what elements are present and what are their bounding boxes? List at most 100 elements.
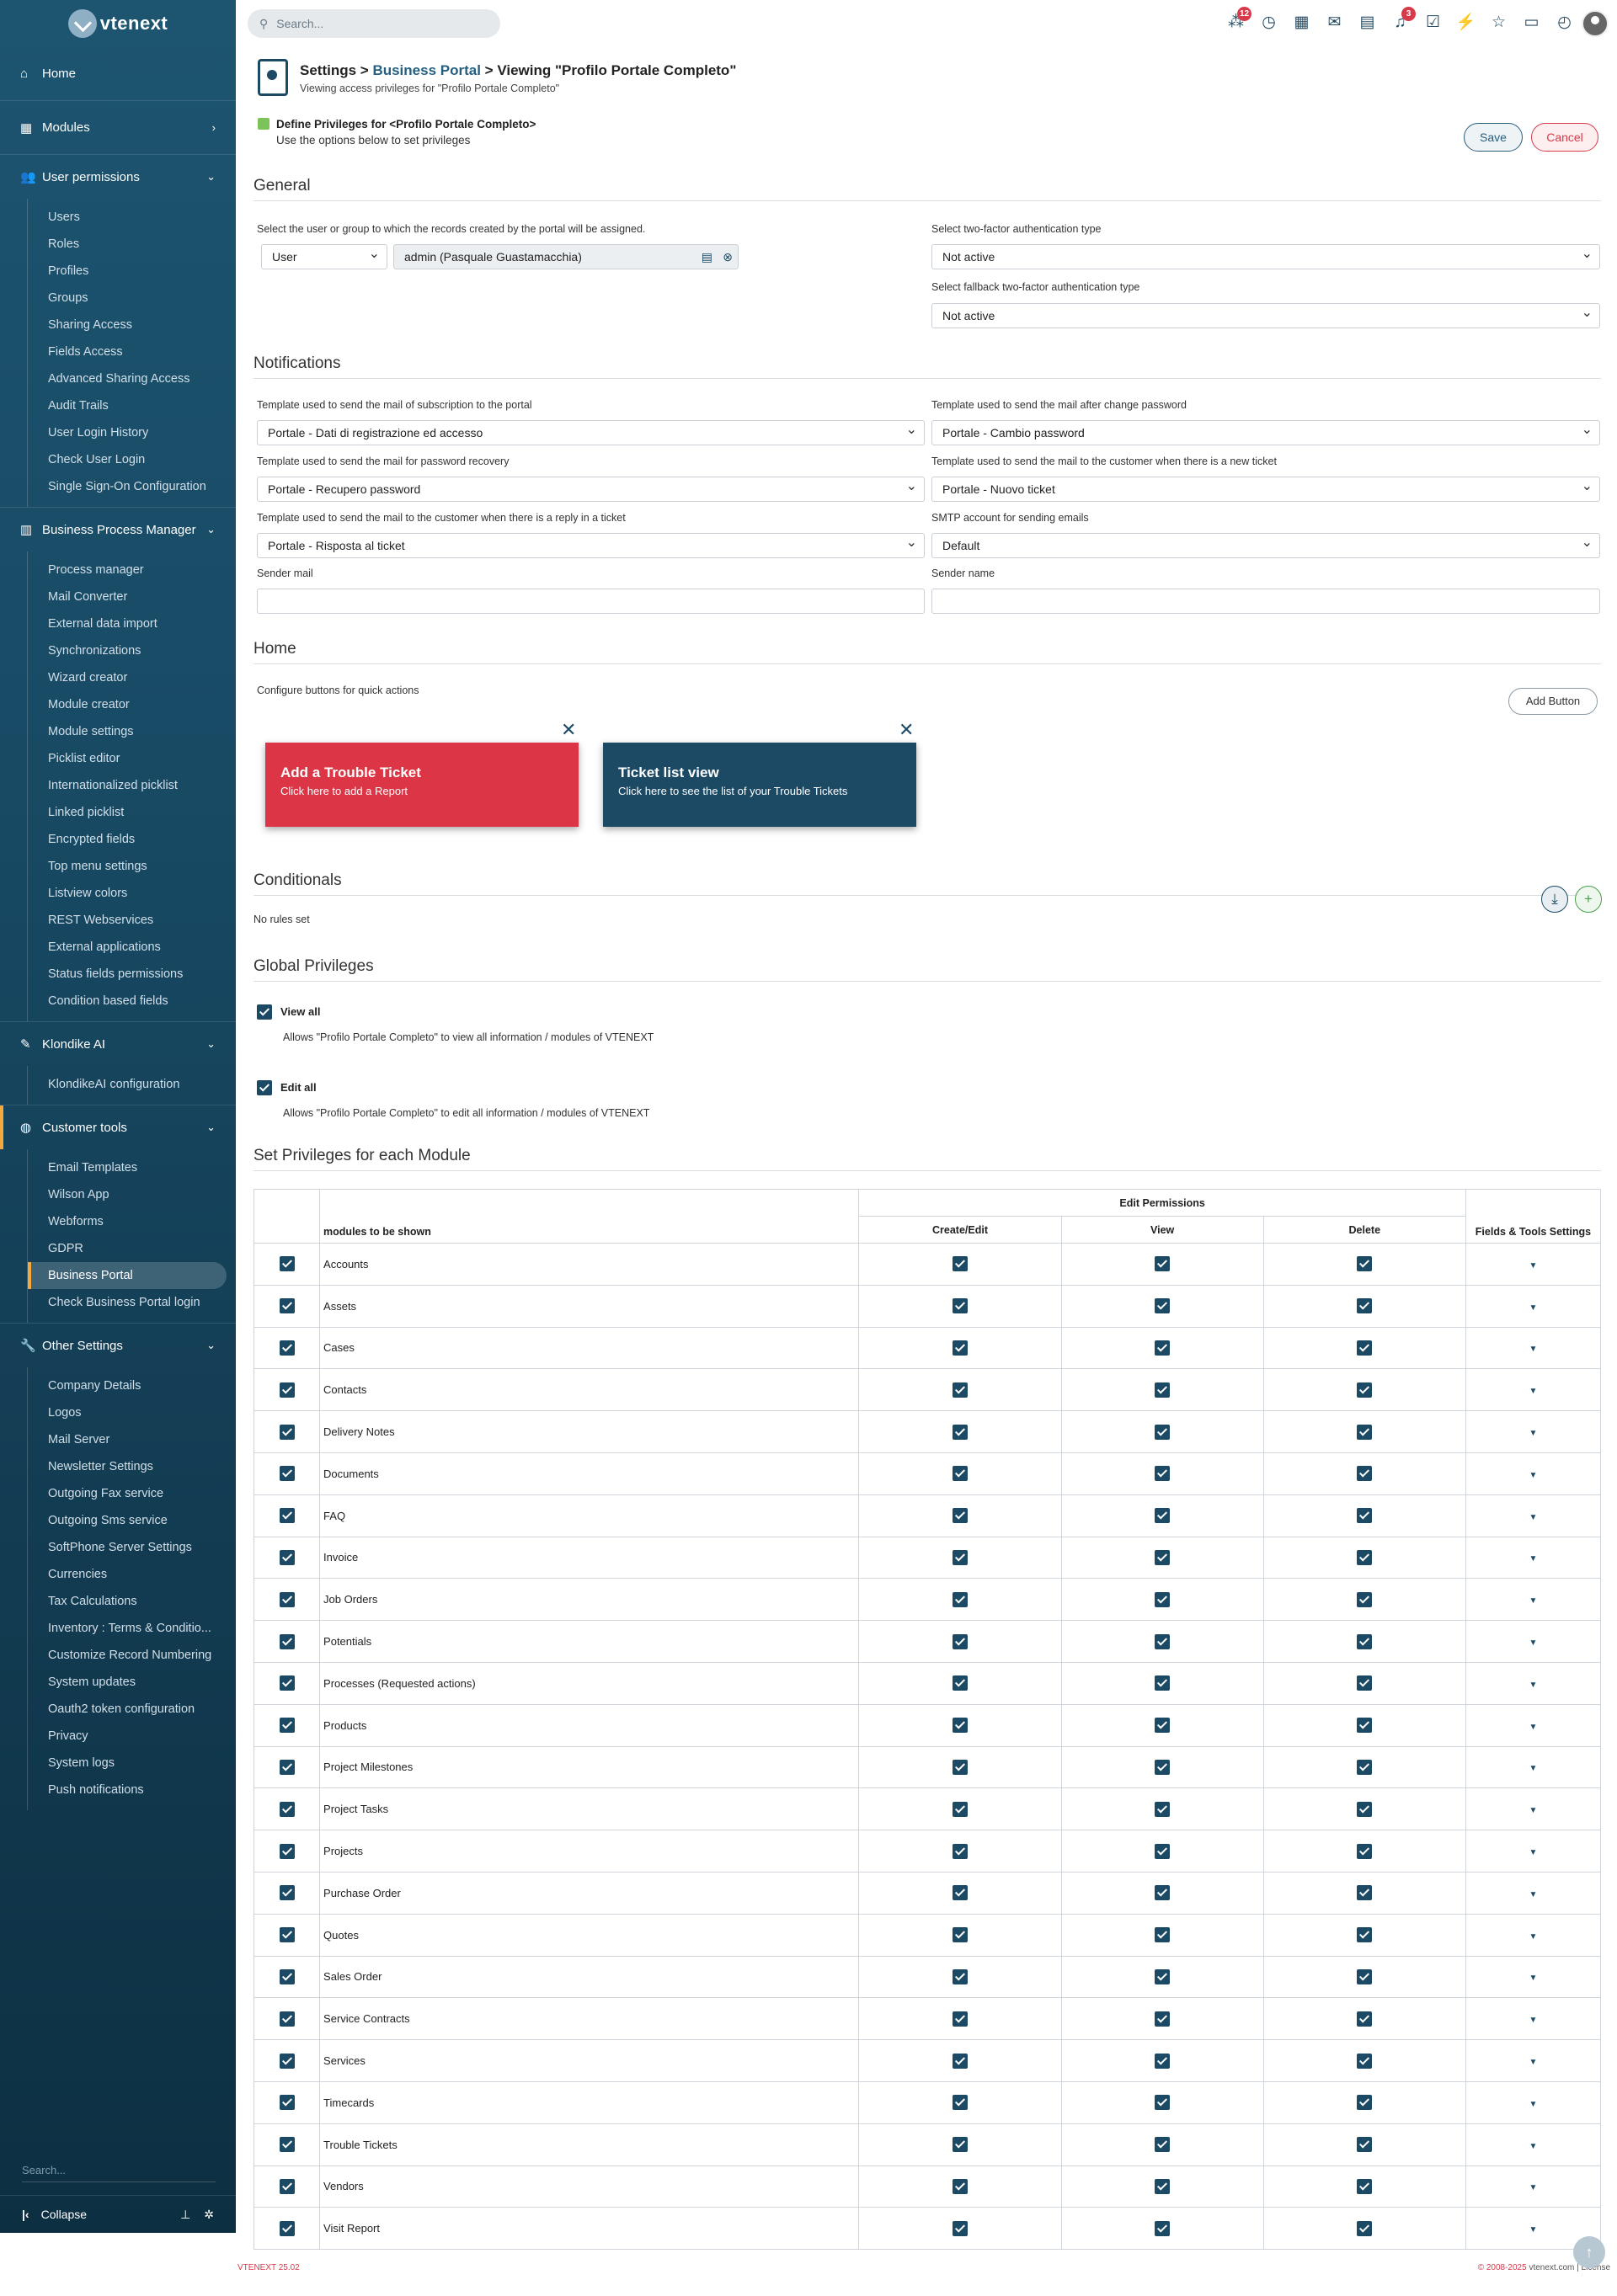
sidebar-item-privacy[interactable]: Privacy [28, 1723, 227, 1750]
module-create-checkbox[interactable] [953, 1424, 968, 1440]
sidebar-item-single-sign-on-configuration[interactable]: Single Sign-On Configuration [28, 473, 227, 500]
module-create-checkbox[interactable] [953, 2053, 968, 2069]
caret-down-icon[interactable]: ▼ [1529, 1429, 1537, 1438]
module-visible-checkbox[interactable] [279, 2137, 295, 2153]
module-view-checkbox[interactable] [1155, 1424, 1171, 1440]
module-view-checkbox[interactable] [1155, 1927, 1171, 1943]
module-create-checkbox[interactable] [953, 2178, 968, 2194]
module-delete-checkbox[interactable] [1357, 1633, 1373, 1649]
module-view-checkbox[interactable] [1155, 1633, 1171, 1649]
sidebar-item-klondikeai-configuration[interactable]: KlondikeAI configuration [28, 1071, 227, 1098]
sidebar-item-linked-picklist[interactable]: Linked picklist [28, 799, 227, 826]
chat-icon[interactable]: ▤ [1357, 10, 1378, 35]
sidebar-section-business-process-manager[interactable]: ▥ Business Process Manager ⌄ [0, 508, 236, 551]
module-delete-checkbox[interactable] [1357, 1801, 1373, 1817]
calendar-icon[interactable]: ▦ [1291, 10, 1312, 35]
sidebar-item-check-user-login[interactable]: Check User Login [28, 446, 227, 473]
tasks-icon[interactable]: ☑ [1422, 10, 1444, 35]
module-create-checkbox[interactable] [953, 1968, 968, 1984]
module-view-checkbox[interactable] [1155, 1508, 1171, 1524]
caret-down-icon[interactable]: ▼ [1529, 1345, 1537, 1354]
module-view-checkbox[interactable] [1155, 1549, 1171, 1565]
module-view-checkbox[interactable] [1155, 2053, 1171, 2069]
module-create-checkbox[interactable] [953, 1718, 968, 1734]
new-ticket-template-select[interactable]: Portale - Nuovo ticket [931, 475, 1600, 502]
sidebar-item-outgoing-fax-service[interactable]: Outgoing Fax service [28, 1480, 227, 1507]
sidebar-item-encrypted-fields[interactable]: Encrypted fields [28, 826, 227, 853]
sidebar-section-customer-tools[interactable]: ◍ Customer tools ⌄ [0, 1105, 236, 1149]
collapse-button[interactable]: Collapse [41, 2208, 180, 2221]
cancel-button[interactable]: Cancel [1531, 123, 1598, 152]
download-icon[interactable]: ⤓ [1541, 886, 1568, 913]
module-visible-checkbox[interactable] [279, 1591, 295, 1607]
sidebar-item-internationalized-picklist[interactable]: Internationalized picklist [28, 772, 227, 799]
caret-down-icon[interactable]: ▼ [1529, 1723, 1537, 1732]
caret-down-icon[interactable]: ▼ [1529, 2183, 1537, 2192]
module-create-checkbox[interactable] [953, 1382, 968, 1398]
module-view-checkbox[interactable] [1155, 1591, 1171, 1607]
caret-down-icon[interactable]: ▼ [1529, 1764, 1537, 1773]
module-delete-checkbox[interactable] [1357, 2011, 1373, 2027]
assign-user-field[interactable]: admin (Pasquale Guastamacchia) ▤ ⊗ [393, 244, 739, 269]
module-delete-checkbox[interactable] [1357, 2053, 1373, 2069]
module-create-checkbox[interactable] [953, 1549, 968, 1565]
module-delete-checkbox[interactable] [1357, 1508, 1373, 1524]
module-visible-checkbox[interactable] [279, 1382, 295, 1398]
sidebar-item-home[interactable]: ⌂ Home [0, 47, 236, 101]
sidebar-item-top-menu-settings[interactable]: Top menu settings [28, 853, 227, 880]
mail-icon[interactable]: ✉ [1324, 10, 1345, 35]
gear-icon[interactable]: ✲ [204, 2208, 214, 2222]
sidebar-item-module-creator[interactable]: Module creator [28, 691, 227, 718]
sidebar-item-listview-colors[interactable]: Listview colors [28, 880, 227, 907]
sidebar-item-logos[interactable]: Logos [28, 1399, 227, 1426]
sidebar-item-external-applications[interactable]: External applications [28, 934, 227, 961]
module-create-checkbox[interactable] [953, 1298, 968, 1314]
history-icon[interactable]: ◷ [1258, 10, 1279, 35]
sidebar-search-input[interactable]: Search... [22, 2164, 216, 2182]
module-visible-checkbox[interactable] [279, 2178, 295, 2194]
module-create-checkbox[interactable] [953, 1508, 968, 1524]
module-visible-checkbox[interactable] [279, 1424, 295, 1440]
subscription-template-select[interactable]: Portale - Dati di registrazione ed acces… [257, 418, 925, 445]
caret-down-icon[interactable]: ▼ [1529, 1890, 1537, 1899]
crumb-business-portal[interactable]: Business Portal [372, 62, 481, 78]
sidebar-item-synchronizations[interactable]: Synchronizations [28, 637, 227, 664]
sidebar-item-gdpr[interactable]: GDPR [28, 1235, 227, 1262]
module-visible-checkbox[interactable] [279, 1843, 295, 1859]
caret-down-icon[interactable]: ▼ [1529, 1554, 1537, 1564]
module-visible-checkbox[interactable] [279, 1466, 295, 1482]
sidebar-item-system-updates[interactable]: System updates [28, 1669, 227, 1696]
module-visible-checkbox[interactable] [279, 2095, 295, 2111]
sidebar-item-customize-record-numbering[interactable]: Customize Record Numbering [28, 1642, 227, 1669]
sidebar-item-advanced-sharing-access[interactable]: Advanced Sharing Access [28, 365, 227, 392]
module-view-checkbox[interactable] [1155, 1466, 1171, 1482]
module-create-checkbox[interactable] [953, 1633, 968, 1649]
module-visible-checkbox[interactable] [279, 1340, 295, 1356]
sender-mail-input[interactable] [257, 589, 925, 614]
add-button[interactable]: Add Button [1508, 688, 1598, 715]
caret-down-icon[interactable]: ▼ [1529, 2225, 1537, 2235]
module-view-checkbox[interactable] [1155, 1298, 1171, 1314]
module-visible-checkbox[interactable] [279, 1256, 295, 1272]
caret-down-icon[interactable]: ▼ [1529, 1261, 1537, 1271]
sidebar-section-user-permissions[interactable]: 👥 User permissions ⌄ [0, 155, 236, 199]
close-icon[interactable]: ✕ [899, 719, 914, 741]
recovery-template-select[interactable]: Portale - Recupero password [257, 475, 925, 502]
module-view-checkbox[interactable] [1155, 1675, 1171, 1691]
save-button[interactable]: Save [1464, 123, 1523, 152]
module-view-checkbox[interactable] [1155, 2178, 1171, 2194]
bell-icon[interactable]: ♫ 3 [1390, 7, 1416, 35]
module-delete-checkbox[interactable] [1357, 2095, 1373, 2111]
scroll-top-icon[interactable]: ↑ [1573, 2236, 1605, 2268]
caret-down-icon[interactable]: ▼ [1529, 1471, 1537, 1480]
sidebar-item-users[interactable]: Users [28, 204, 227, 231]
sidebar-item-wilson-app[interactable]: Wilson App [28, 1181, 227, 1208]
flash-icon[interactable]: ⚡ [1455, 10, 1476, 35]
caret-down-icon[interactable]: ▼ [1529, 2100, 1537, 2109]
module-delete-checkbox[interactable] [1357, 1340, 1373, 1356]
sidebar-item-mail-converter[interactable]: Mail Converter [28, 583, 227, 610]
caret-down-icon[interactable]: ▼ [1529, 1513, 1537, 1522]
sidebar-item-oauth2-token-configuration[interactable]: Oauth2 token configuration [28, 1696, 227, 1723]
caret-down-icon[interactable]: ▼ [1529, 1638, 1537, 1648]
twofa-select[interactable]: Not active [931, 242, 1600, 269]
